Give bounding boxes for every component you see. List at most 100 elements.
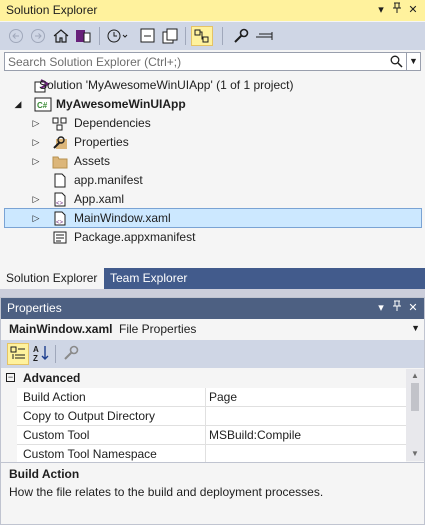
alphabetical-icon[interactable]: AZ [31,343,51,363]
window-position-dropdown-icon[interactable]: ▾ [374,300,388,316]
categorized-icon[interactable] [7,343,29,365]
object-type: File Properties [119,322,197,336]
properties-title-bar[interactable]: Properties ▾ ✕ [1,298,424,319]
search-icon[interactable] [390,55,403,71]
description-pane: Build Action How the file relates to the… [1,462,424,524]
svg-text:C#: C# [37,101,48,110]
scroll-up-icon[interactable]: ▲ [406,370,424,382]
collapse-category-icon[interactable]: − [6,373,15,382]
toolbar-separator [99,27,100,45]
scroll-thumb[interactable] [411,383,419,411]
property-row[interactable]: Build Action Page [1,388,406,407]
tree-item-app-xaml[interactable]: ▷ <> App.xaml [4,190,422,209]
tree-item-label: Package.appxmanifest [74,230,196,244]
solution-explorer-toolbar [0,22,425,50]
solution-explorer-panel: Solution Explorer ▾ ✕ Search Solution Ex… [0,0,425,289]
collapse-all-icon[interactable] [138,26,158,46]
row-gutter [1,407,17,426]
property-row[interactable]: Copy to Output Directory [1,407,406,426]
switch-views-icon[interactable] [73,26,93,46]
panel-title: Properties [7,301,62,315]
scroll-down-icon[interactable]: ▼ [406,448,424,460]
property-grid-scrollbar[interactable]: ▲ ▼ [406,369,424,461]
object-name: MainWindow.xaml [9,322,113,336]
solution-explorer-title-bar[interactable]: Solution Explorer ▾ ✕ [0,0,425,21]
pin-icon[interactable] [390,2,404,18]
row-gutter [1,388,17,407]
expanded-icon[interactable]: ◢ [12,97,24,111]
properties-icon[interactable] [231,26,251,46]
folder-icon [52,154,68,169]
svg-text:<>: <> [56,220,64,226]
home-icon[interactable] [51,26,71,46]
property-row[interactable]: Custom Tool MSBuild:Compile [1,426,406,445]
property-name: Copy to Output Directory [23,409,156,423]
tree-item-dependencies[interactable]: ▷ Dependencies [4,114,422,133]
chevron-down-icon: ▼ [409,56,418,66]
property-value[interactable]: Page [209,390,237,404]
toolbar-separator [55,345,56,363]
description-text: How the file relates to the build and de… [9,485,324,499]
tree-item-label: Properties [74,135,129,149]
pin-icon[interactable] [390,300,404,316]
tab-team-explorer[interactable]: Team Explorer [104,268,188,289]
tree-item-package-appxmanifest[interactable]: Package.appxmanifest [4,228,422,247]
preview-icon[interactable] [253,26,277,46]
chevron-down-icon[interactable]: ▼ [411,323,420,333]
tree-item-label: app.manifest [74,173,143,187]
category-label: Advanced [23,371,81,385]
show-all-files-icon[interactable] [160,26,180,46]
xaml-file-icon: <> [52,211,68,226]
tree-item-label: MyAwesomeWinUIApp [56,97,186,111]
description-title: Build Action [9,467,80,481]
tree-item-label: App.xaml [74,192,125,206]
collapsed-icon[interactable]: ▷ [30,211,42,225]
properties-toolbar: AZ [1,340,424,368]
properties-panel: Properties ▾ ✕ MainWindow.xaml File Prop… [0,297,425,525]
property-name: Custom Tool Namespace [23,447,157,461]
svg-text:<>: <> [56,201,64,207]
collapsed-icon[interactable]: ▷ [30,154,42,168]
property-pages-icon[interactable] [61,343,81,363]
collapsed-icon[interactable]: ▷ [30,192,42,206]
close-icon[interactable]: ✕ [406,300,420,316]
property-grid: − Advanced Build Action Page Copy to Out… [1,369,424,464]
solution-tree: Solution 'MyAwesomeWinUIApp' (1 of 1 pro… [0,74,425,264]
column-divider [205,407,206,426]
history-icon[interactable] [104,26,128,46]
search-input[interactable] [8,54,378,69]
property-name: Custom Tool [23,428,90,442]
tree-item-project[interactable]: ◢ C# MyAwesomeWinUIApp [4,95,422,114]
property-value[interactable]: MSBuild:Compile [209,428,301,442]
object-selector[interactable]: MainWindow.xaml File Properties ▼ [1,319,424,339]
csharp-project-icon: C# [34,97,52,112]
back-icon[interactable] [6,26,26,46]
property-name: Build Action [23,390,86,404]
tree-item-label: Assets [74,154,111,168]
collapsed-icon[interactable]: ▷ [30,116,42,130]
svg-text:Z: Z [33,354,38,363]
search-options-dropdown[interactable]: ▼ [407,52,421,71]
tree-item-app-manifest[interactable]: app.manifest [4,171,422,190]
tree-item-label: Dependencies [74,116,151,130]
close-icon[interactable]: ✕ [406,2,420,18]
tree-item-label: Solution 'MyAwesomeWinUIApp' (1 of 1 pro… [39,78,294,92]
tree-item-properties[interactable]: ▷ Properties [4,133,422,152]
column-divider [205,388,206,407]
tree-item-solution[interactable]: Solution 'MyAwesomeWinUIApp' (1 of 1 pro… [4,76,422,95]
window-position-dropdown-icon[interactable]: ▾ [374,2,388,18]
panel-title: Solution Explorer [6,3,98,17]
tree-item-mainwindow-xaml[interactable]: ▷ <> MainWindow.xaml [4,208,422,228]
toolbar-separator [185,27,186,45]
dependencies-icon [52,116,68,131]
tree-item-label: MainWindow.xaml [74,211,171,225]
solution-explorer-tab-strip: Solution Explorer Team Explorer [0,268,425,289]
tree-item-assets[interactable]: ▷ Assets [4,152,422,171]
tab-solution-explorer[interactable]: Solution Explorer [0,268,104,289]
search-box[interactable] [4,52,407,71]
collapsed-icon[interactable]: ▷ [30,135,42,149]
sync-active-icon[interactable] [191,26,213,46]
toolbar-separator [222,27,223,45]
category-advanced[interactable]: − Advanced [1,369,406,388]
forward-icon[interactable] [28,26,48,46]
